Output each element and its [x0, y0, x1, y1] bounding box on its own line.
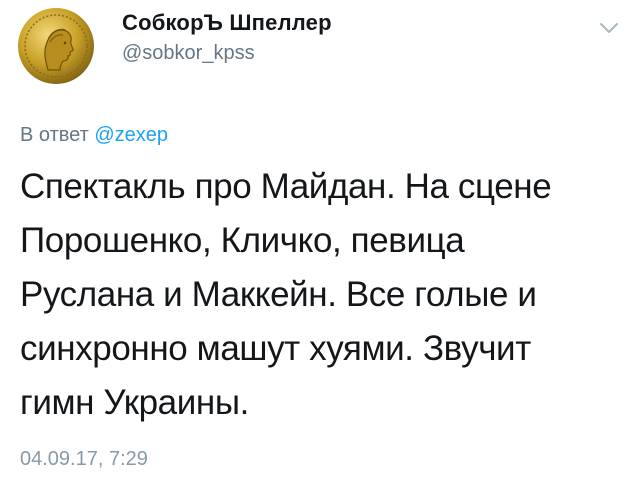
tweet-text: Спектакль про Майдан. На сцене Порошенко… [20, 160, 630, 430]
reply-context: В ответ @zexep [20, 124, 168, 147]
tweet-text-line: Порошенко, Кличко, певица [20, 221, 465, 260]
chevron-down-icon[interactable] [598, 20, 620, 36]
reply-prefix: В ответ [20, 124, 89, 146]
gold-coin-avatar-icon [15, 5, 97, 87]
tweet-text-line: Руслана и Маккейн. Все голые и [20, 275, 537, 314]
reply-mention-link[interactable]: @zexep [94, 124, 168, 146]
avatar[interactable] [14, 4, 98, 88]
tweet-card: СобкорЪ Шпеллер @sobkor_kpss В ответ @ze… [0, 0, 640, 490]
tweet-text-line: синхронно машут хуями. Звучит [20, 329, 531, 368]
author-handle[interactable]: @sobkor_kpss [122, 42, 255, 65]
tweet-text-line: Спектакль про Майдан. На сцене [20, 167, 552, 206]
author-display-name[interactable]: СобкорЪ Шпеллер [122, 10, 332, 36]
tweet-text-line: гимн Украины. [20, 383, 249, 422]
tweet-timestamp[interactable]: 04.09.17, 7:29 [20, 448, 148, 471]
